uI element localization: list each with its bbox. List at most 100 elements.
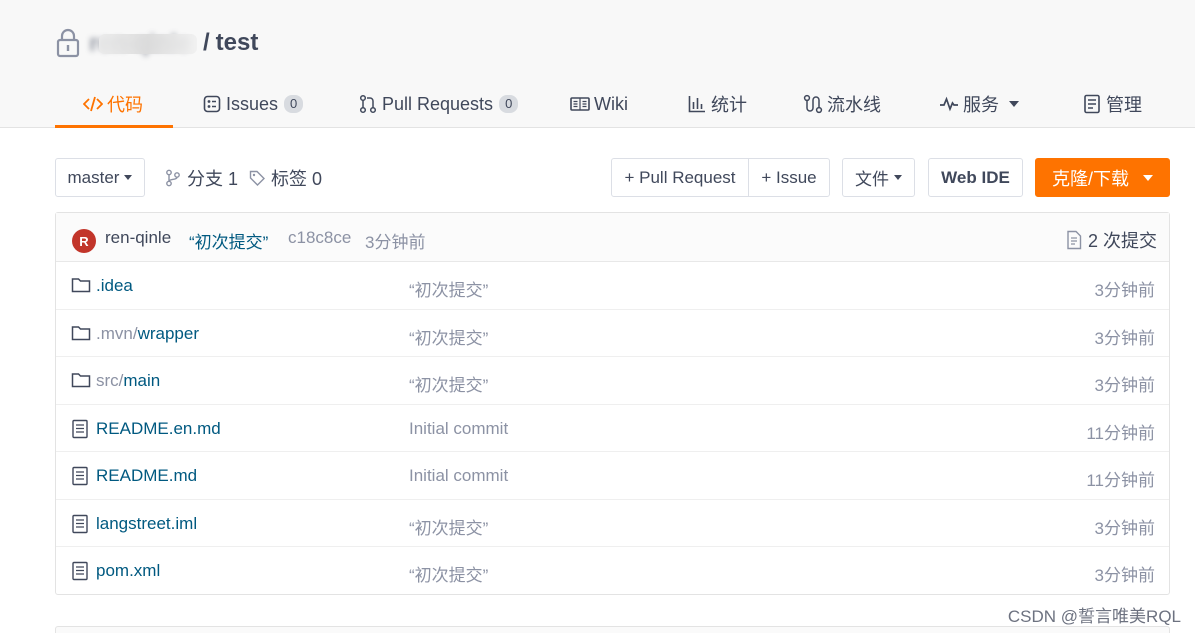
commit-count-label: 2 次提交 xyxy=(1087,231,1157,251)
repo-toolbar: master 分支 1 标签 0 + Pull Request + Issue … xyxy=(55,158,1170,198)
tag-icon xyxy=(249,170,265,186)
tab-pull-requests[interactable]: Pull Requests 0 xyxy=(358,80,519,128)
file-dropdown-label: 文件 xyxy=(855,170,889,189)
commit-author-link[interactable]: ren-qinle xyxy=(105,228,171,248)
tab-wiki-label: Wiki xyxy=(594,93,628,114)
tab-issues[interactable]: Issues 0 xyxy=(202,80,304,128)
file-commit-message[interactable]: Initial commit xyxy=(409,419,508,439)
file-commit-message[interactable]: “初次提交” xyxy=(409,561,488,586)
file-row[interactable]: README.en.md Initial commit 11分钟前 xyxy=(56,405,1169,452)
file-name-link[interactable]: README.md xyxy=(96,466,197,486)
file-commit-time: 3分钟前 xyxy=(1094,281,1155,300)
file-commit-message[interactable]: Initial commit xyxy=(409,466,508,486)
branch-select[interactable]: master xyxy=(55,158,145,197)
tab-manage-label: 管理 xyxy=(1106,95,1142,115)
tab-code-label: 代码 xyxy=(107,95,143,115)
stats-icon xyxy=(687,94,707,114)
commit-time: 3分钟前 xyxy=(365,233,426,252)
repo-name-link[interactable]: test xyxy=(216,29,259,57)
chevron-down-icon xyxy=(124,175,133,180)
file-dropdown-button[interactable]: 文件 xyxy=(842,158,915,197)
tab-code[interactable]: 代码 xyxy=(55,80,173,128)
commit-count-link[interactable]: 2 次提交 xyxy=(1066,227,1157,253)
tab-wiki[interactable]: Wiki xyxy=(570,80,628,128)
file-icon xyxy=(71,561,91,581)
file-commit-time: 3分钟前 xyxy=(1094,518,1155,538)
file-row[interactable]: langstreet.iml “初次提交” 3分钟前 xyxy=(56,500,1169,547)
file-commit-time: 3分钟前 xyxy=(1094,566,1155,585)
branches-link[interactable]: 分支 1 xyxy=(165,158,238,197)
file-row[interactable]: .mvn/wrapper “初次提交” 3分钟前 xyxy=(56,310,1169,357)
file-name-link[interactable]: README.en.md xyxy=(96,419,221,439)
file-commit-message[interactable]: “初次提交” xyxy=(409,276,488,301)
file-name-link[interactable]: langstreet.iml xyxy=(96,514,197,534)
tab-manage[interactable]: 管理 xyxy=(1082,80,1142,128)
latest-commit-bar: R ren-qinle “初次提交” c18c8ce 3分钟前 2 次提交 xyxy=(56,213,1169,262)
file-commit-message[interactable]: “初次提交” xyxy=(409,514,488,539)
file-row[interactable]: pom.xml “初次提交” 3分钟前 xyxy=(56,547,1169,595)
file-commit-message[interactable]: “初次提交” xyxy=(409,324,488,349)
file-icon xyxy=(71,514,91,534)
repo-header: ren-qinle / test 代码 Issues 0 Pull Reques… xyxy=(0,0,1195,128)
file-name-link[interactable]: .mvn/wrapper xyxy=(96,324,199,344)
tab-stats[interactable]: 统计 xyxy=(687,80,747,128)
wiki-icon xyxy=(570,94,590,114)
service-icon xyxy=(939,94,959,114)
manage-icon xyxy=(1082,94,1102,114)
tab-pull-requests-label: Pull Requests xyxy=(382,93,494,114)
tab-service-dropdown[interactable]: 服务 xyxy=(939,80,1019,128)
lock-icon xyxy=(55,27,81,59)
tab-stats-label: 统计 xyxy=(711,95,747,115)
web-ide-button[interactable]: Web IDE xyxy=(928,158,1023,197)
commit-message-link[interactable]: “初次提交” xyxy=(189,228,268,253)
new-pull-request-button[interactable]: + Pull Request xyxy=(611,158,749,197)
repo-nav: 代码 Issues 0 Pull Requests 0 Wiki 统计 流水线 … xyxy=(55,80,1170,128)
tags-count: 标签 0 xyxy=(271,168,323,189)
file-name-link[interactable]: pom.xml xyxy=(96,561,160,581)
tags-link[interactable]: 标签 0 xyxy=(249,158,322,197)
tab-pipeline[interactable]: 流水线 xyxy=(803,80,881,128)
code-icon xyxy=(83,94,103,114)
folder-icon xyxy=(71,371,91,391)
file-list: R ren-qinle “初次提交” c18c8ce 3分钟前 2 次提交 .i… xyxy=(55,212,1170,595)
avatar[interactable]: R xyxy=(72,229,96,253)
file-name-link[interactable]: .idea xyxy=(96,276,133,296)
tab-issues-label: Issues xyxy=(226,93,279,114)
file-commit-message[interactable]: “初次提交” xyxy=(409,371,488,396)
folder-icon xyxy=(71,276,91,296)
issues-icon xyxy=(202,94,222,114)
repo-path-separator: / xyxy=(203,29,210,56)
branches-count: 分支 1 xyxy=(187,168,239,189)
clone-download-button[interactable]: 克隆/下载 xyxy=(1035,158,1170,197)
pull-requests-count-badge: 0 xyxy=(499,95,519,113)
branch-icon xyxy=(165,169,181,187)
history-icon xyxy=(1066,230,1082,250)
clone-download-label: 克隆/下载 xyxy=(1051,168,1129,189)
file-icon xyxy=(71,419,91,439)
file-name-link[interactable]: src/main xyxy=(96,371,160,391)
issues-count-badge: 0 xyxy=(284,95,304,113)
file-commit-time: 3分钟前 xyxy=(1094,328,1155,348)
repo-title: ren-qinle / test xyxy=(55,26,258,60)
chevron-down-icon xyxy=(1009,101,1019,107)
file-commit-time: 11分钟前 xyxy=(1086,423,1155,443)
repo-owner-link[interactable]: ren-qinle xyxy=(89,30,197,57)
tab-service-label: 服务 xyxy=(963,95,999,115)
csdn-watermark: CSDN @誓言唯美RQL xyxy=(1007,607,1181,626)
file-row[interactable]: src/main “初次提交” 3分钟前 xyxy=(56,357,1169,405)
file-commit-time: 11分钟前 xyxy=(1086,471,1155,490)
pull-request-icon xyxy=(358,94,378,114)
chevron-down-icon xyxy=(894,175,902,180)
pipeline-icon xyxy=(803,94,823,114)
commit-sha-link[interactable]: c18c8ce xyxy=(288,228,351,248)
branch-select-label: master xyxy=(67,167,120,187)
file-row[interactable]: .idea “初次提交” 3分钟前 xyxy=(56,262,1169,310)
file-row[interactable]: README.md Initial commit 11分钟前 xyxy=(56,452,1169,500)
chevron-down-icon xyxy=(1143,174,1153,181)
file-commit-time: 3分钟前 xyxy=(1094,376,1155,395)
new-issue-button[interactable]: + Issue xyxy=(748,158,830,197)
folder-icon xyxy=(71,324,91,344)
tab-pipeline-label: 流水线 xyxy=(827,95,881,115)
readme-panel xyxy=(55,626,1170,633)
file-icon xyxy=(71,466,91,486)
